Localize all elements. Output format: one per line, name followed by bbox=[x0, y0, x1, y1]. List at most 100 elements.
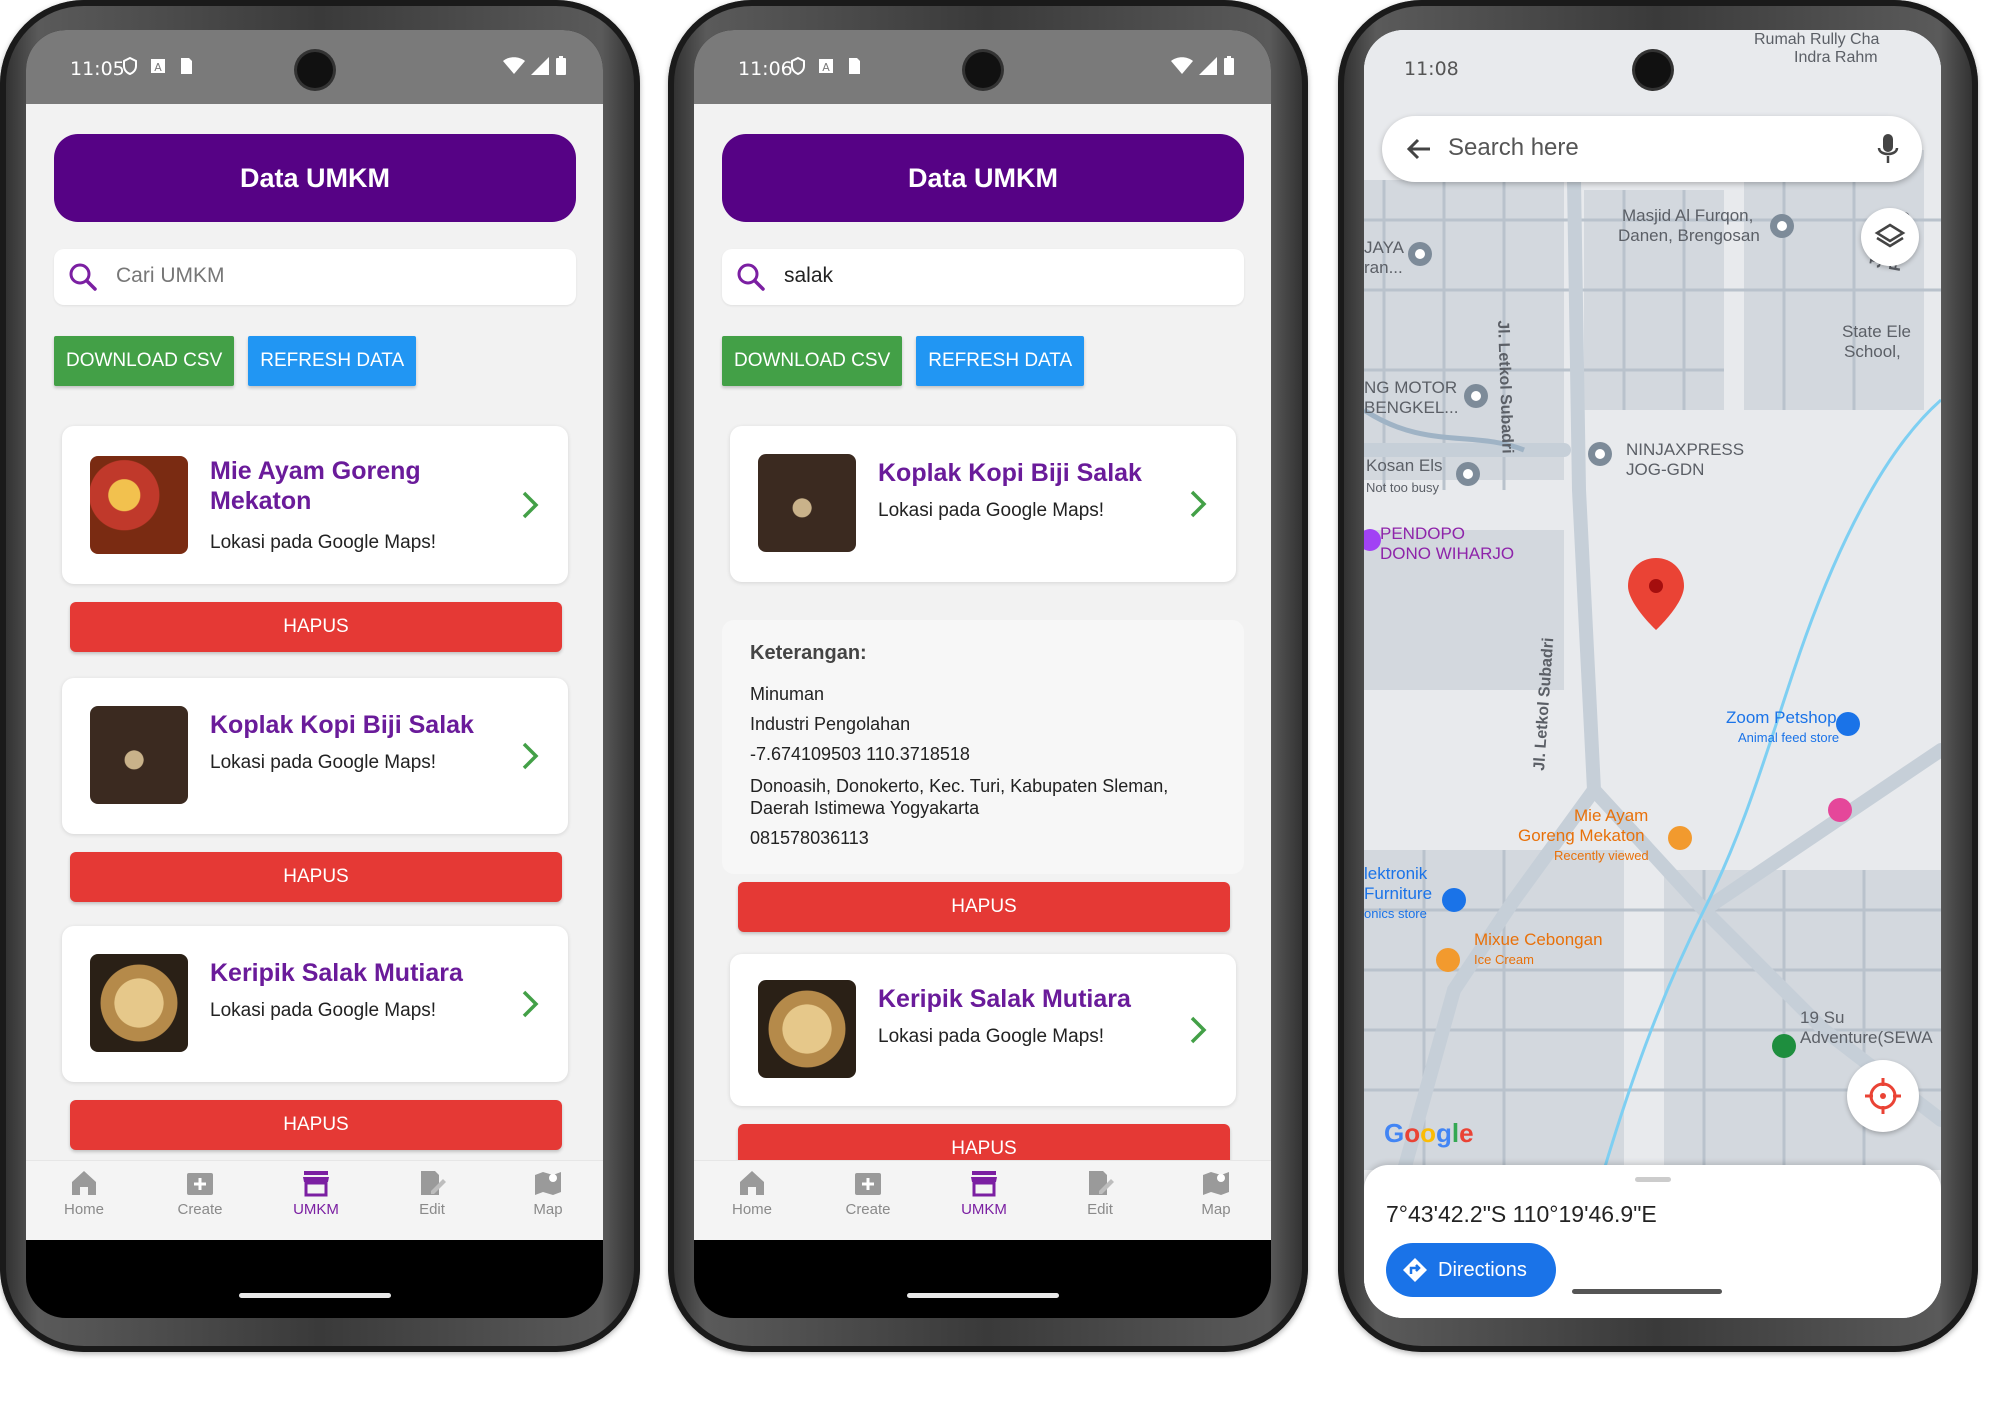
nav-umkm[interactable]: UMKM bbox=[944, 1169, 1024, 1218]
camera-cutout bbox=[296, 52, 333, 88]
add-box-icon bbox=[187, 1173, 213, 1195]
map-icon bbox=[1203, 1172, 1229, 1195]
battery-icon bbox=[1224, 56, 1234, 75]
sheet-grabber[interactable] bbox=[1634, 1177, 1671, 1182]
item-subtitle: Lokasi pada Google Maps! bbox=[210, 1000, 437, 1021]
layers-icon bbox=[1874, 223, 1906, 248]
nav-home[interactable]: Home bbox=[712, 1169, 792, 1218]
item-title: Koplak Kopi Biji Salak bbox=[210, 711, 474, 739]
status-time: 11:08 bbox=[1404, 58, 1459, 80]
add-box-icon bbox=[855, 1173, 881, 1195]
back-arrow-icon[interactable] bbox=[1404, 134, 1434, 164]
a-icon: A bbox=[819, 59, 833, 74]
nav-map[interactable]: Map bbox=[508, 1169, 588, 1218]
home-icon bbox=[72, 1171, 96, 1195]
item-subtitle: Lokasi pada Google Maps! bbox=[878, 500, 1105, 521]
search-icon bbox=[69, 263, 97, 291]
item-title: Keripik Salak Mutiara bbox=[210, 959, 463, 987]
list-item[interactable]: Keripik Salak Mutiara Lokasi pada Google… bbox=[62, 926, 568, 1082]
chevron-right-icon bbox=[522, 742, 539, 770]
signal-icon bbox=[531, 57, 549, 75]
home-indicator[interactable] bbox=[238, 1293, 391, 1298]
home-indicator[interactable] bbox=[906, 1293, 1059, 1298]
nav-edit[interactable]: Edit bbox=[1060, 1169, 1140, 1218]
place-coordinates: 7°43'42.2"S 110°19'46.9"E bbox=[1386, 1201, 1657, 1227]
nav-label: Home bbox=[731, 1201, 772, 1218]
my-location-button[interactable] bbox=[1847, 1060, 1919, 1132]
shield-icon bbox=[123, 56, 137, 76]
edit-note-icon bbox=[1089, 1171, 1114, 1195]
refresh-data-button[interactable]: REFRESH DATA bbox=[248, 336, 417, 386]
nav-label: Create bbox=[177, 1201, 223, 1218]
home-indicator[interactable] bbox=[1572, 1289, 1722, 1294]
search-value: salak bbox=[784, 264, 834, 287]
status-time: 11:05 bbox=[70, 58, 125, 80]
list-item[interactable]: Mie Ayam Goreng Mekaton Lokasi pada Goog… bbox=[62, 426, 568, 584]
map-icon bbox=[535, 1172, 561, 1195]
svg-text:A: A bbox=[822, 61, 830, 74]
directions-icon bbox=[1403, 1258, 1427, 1282]
phone-frame-3: Rumah Rully Cha Indra Rahm Masjid Al Fur… bbox=[1338, 0, 1978, 1352]
wifi-icon bbox=[1171, 57, 1193, 74]
download-csv-button[interactable]: DOWNLOAD CSV bbox=[722, 336, 903, 386]
action-buttons: DOWNLOAD CSV REFRESH DATA bbox=[54, 336, 417, 386]
list-item[interactable]: Keripik Salak Mutiara Lokasi pada Google… bbox=[730, 954, 1236, 1106]
phone-frame-1: 11:05 A Data UMKM Cari UMKM DOWNLOAD CSV… bbox=[0, 0, 640, 1352]
search-input[interactable]: Cari UMKM bbox=[54, 249, 576, 305]
place-sheet[interactable]: 7°43'42.2"S 110°19'46.9"E Directions bbox=[1364, 1165, 1941, 1318]
nav-label: Edit bbox=[1087, 1201, 1113, 1218]
map-search-bar[interactable]: Search here bbox=[1382, 116, 1922, 182]
delete-button[interactable]: HAPUS bbox=[70, 852, 562, 902]
nav-label: Map bbox=[533, 1201, 563, 1218]
selected-location-pin bbox=[1628, 558, 1684, 630]
list-item[interactable]: Koplak Kopi Biji Salak Lokasi pada Googl… bbox=[62, 678, 568, 834]
chevron-right-icon bbox=[1190, 1016, 1207, 1044]
map-view[interactable]: Rumah Rully Cha Indra Rahm Masjid Al Fur… bbox=[1364, 30, 1941, 1318]
search-placeholder: Cari UMKM bbox=[116, 264, 225, 287]
search-input[interactable]: salak bbox=[722, 249, 1244, 305]
refresh-data-button[interactable]: REFRESH DATA bbox=[916, 336, 1085, 386]
location-target-icon bbox=[1865, 1078, 1901, 1114]
camera-cutout bbox=[1634, 52, 1671, 88]
nav-create[interactable]: Create bbox=[160, 1169, 240, 1218]
phone-frame-2: 11:06 A Data UMKM salak DOWNLOAD CSV REF… bbox=[668, 0, 1308, 1352]
google-logo: Google bbox=[1384, 1118, 1474, 1148]
sim-icon bbox=[181, 58, 192, 74]
download-csv-button[interactable]: DOWNLOAD CSV bbox=[54, 336, 235, 386]
delete-button[interactable]: HAPUS bbox=[70, 1100, 562, 1150]
nav-map[interactable]: Map bbox=[1176, 1169, 1256, 1218]
map-search-placeholder: Search here bbox=[1448, 134, 1579, 161]
item-subtitle: Lokasi pada Google Maps! bbox=[210, 532, 437, 553]
nav-create[interactable]: Create bbox=[828, 1169, 908, 1218]
item-subtitle: Lokasi pada Google Maps! bbox=[210, 752, 437, 773]
nav-home[interactable]: Home bbox=[44, 1169, 124, 1218]
delete-button[interactable]: HAPUS bbox=[70, 602, 562, 652]
nav-umkm[interactable]: UMKM bbox=[276, 1169, 356, 1218]
status-left-icons: A bbox=[790, 56, 862, 76]
sim-icon bbox=[849, 58, 860, 74]
nav-label: Create bbox=[845, 1201, 891, 1218]
item-title: Keripik Salak Mutiara bbox=[878, 985, 1131, 1013]
list-item[interactable]: Koplak Kopi Biji Salak Lokasi pada Googl… bbox=[730, 426, 1236, 582]
camera-cutout bbox=[964, 52, 1001, 88]
item-image bbox=[90, 456, 188, 554]
item-image bbox=[90, 954, 188, 1052]
poi-icon bbox=[1364, 214, 1860, 1058]
delete-button[interactable]: HAPUS bbox=[738, 882, 1230, 932]
mic-icon[interactable] bbox=[1876, 132, 1900, 166]
item-image bbox=[90, 706, 188, 804]
nav-label: UMKM bbox=[293, 1201, 339, 1218]
layers-button[interactable] bbox=[1861, 208, 1919, 266]
directions-button[interactable]: Directions bbox=[1386, 1243, 1556, 1297]
detail-latlng: -7.674109503 110.3718518 bbox=[750, 744, 970, 764]
screen-3: Rumah Rully Cha Indra Rahm Masjid Al Fur… bbox=[1364, 30, 1941, 1318]
detail-type: Industri Pengolahan bbox=[750, 714, 911, 734]
nav-edit[interactable]: Edit bbox=[392, 1169, 472, 1218]
detail-category: Minuman bbox=[750, 684, 825, 704]
edit-note-icon bbox=[421, 1171, 446, 1195]
nav-label: Home bbox=[63, 1201, 104, 1218]
action-buttons: DOWNLOAD CSV REFRESH DATA bbox=[722, 336, 1085, 386]
battery-icon bbox=[556, 56, 566, 75]
app-content: Data UMKM salak DOWNLOAD CSV REFRESH DAT… bbox=[694, 104, 1271, 1240]
detail-panel: Keterangan: Minuman Industri Pengolahan … bbox=[722, 620, 1244, 874]
